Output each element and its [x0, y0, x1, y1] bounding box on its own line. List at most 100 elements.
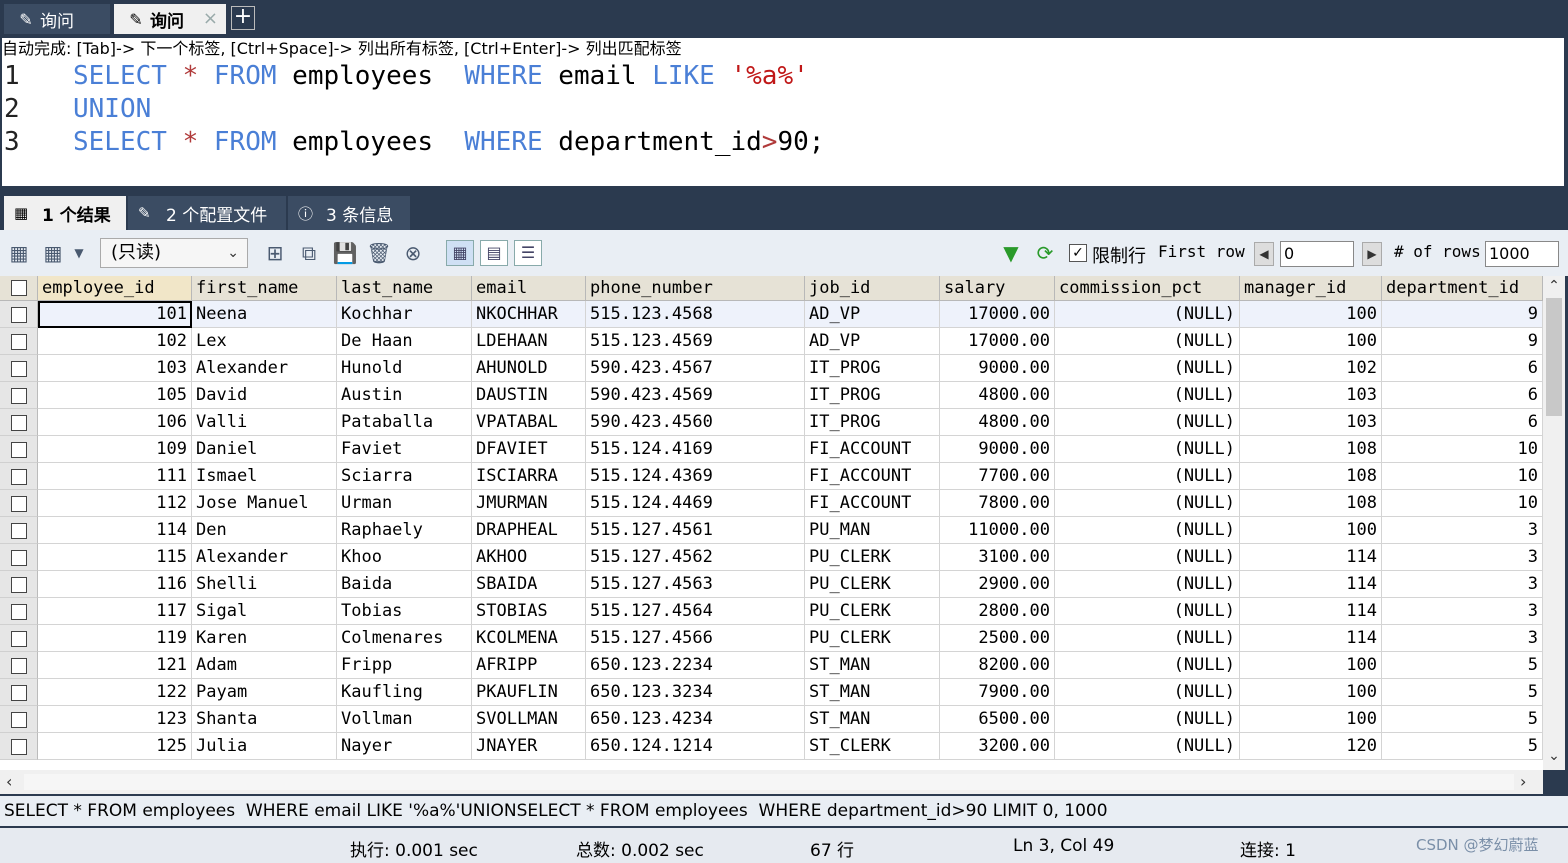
table-cell[interactable]: 650.123.4234 — [586, 706, 805, 733]
table-cell[interactable]: 119 — [38, 625, 192, 652]
table-cell[interactable]: AD_VP — [805, 301, 940, 328]
table-cell[interactable]: (NULL) — [1055, 733, 1240, 760]
cancel-changes-icon[interactable]: ⊗ — [400, 240, 426, 266]
table-cell[interactable]: 3 — [1382, 517, 1543, 544]
table-cell[interactable]: ST_MAN — [805, 652, 940, 679]
table-row[interactable]: 119 Karen Colmenares KCOLMENA 515.127.4566 PU… — [0, 625, 1543, 652]
table-cell[interactable]: De Haan — [337, 328, 472, 355]
table-cell[interactable]: 100 — [1240, 706, 1382, 733]
table-cell[interactable]: Daniel — [192, 436, 337, 463]
table-cell[interactable]: (NULL) — [1055, 652, 1240, 679]
table-cell[interactable]: 6 — [1382, 382, 1543, 409]
table-row[interactable]: 123 Shanta Vollman SVOLLMAN 650.123.4234 ST_M… — [0, 706, 1543, 733]
table-cell[interactable]: 106 — [38, 409, 192, 436]
table-cell[interactable]: (NULL) — [1055, 409, 1240, 436]
table-cell[interactable]: IT_PROG — [805, 409, 940, 436]
duplicate-row-icon[interactable]: ⧉ — [296, 240, 322, 266]
table-cell[interactable]: 9000.00 — [940, 355, 1055, 382]
table-cell[interactable]: 17000.00 — [940, 301, 1055, 328]
table-cell[interactable]: AD_VP — [805, 328, 940, 355]
row-header[interactable] — [0, 598, 38, 625]
table-cell[interactable]: 120 — [1240, 733, 1382, 760]
table-cell[interactable]: 103 — [1240, 409, 1382, 436]
save-icon[interactable]: 💾 — [332, 240, 358, 266]
table-cell[interactable]: 3 — [1382, 571, 1543, 598]
table-cell[interactable]: 7900.00 — [940, 679, 1055, 706]
column-header[interactable]: commission_pct — [1055, 276, 1240, 301]
chevron-down-icon[interactable]: ▼ — [66, 240, 92, 266]
row-header[interactable] — [0, 652, 38, 679]
select-all-header[interactable] — [0, 276, 38, 301]
table-cell[interactable]: IT_PROG — [805, 355, 940, 382]
scroll-thumb[interactable] — [1546, 298, 1562, 416]
table-cell[interactable]: ISCIARRA — [472, 463, 586, 490]
code-text[interactable]: SELECT * FROM employees WHERE department… — [73, 126, 824, 159]
table-cell[interactable]: Ismael — [192, 463, 337, 490]
row-header[interactable] — [0, 301, 38, 328]
table-cell[interactable]: 650.124.1214 — [586, 733, 805, 760]
table-cell[interactable]: 5 — [1382, 733, 1543, 760]
refresh-icon[interactable]: ⟳ — [1032, 240, 1058, 266]
table-cell[interactable]: (NULL) — [1055, 436, 1240, 463]
row-header[interactable] — [0, 544, 38, 571]
table-row[interactable]: 114 Den Raphaely DRAPHEAL 515.127.4561 PU_MAN… — [0, 517, 1543, 544]
table-cell[interactable]: 4800.00 — [940, 382, 1055, 409]
scroll-down-icon[interactable]: ⌄ — [1543, 748, 1565, 768]
table-cell[interactable]: (NULL) — [1055, 517, 1240, 544]
table-cell[interactable]: ST_MAN — [805, 679, 940, 706]
table-cell[interactable]: PU_CLERK — [805, 571, 940, 598]
table-cell[interactable]: 6 — [1382, 409, 1543, 436]
grid-view-icon[interactable]: ▦ — [446, 240, 474, 266]
table-row[interactable]: 122 Payam Kaufling PKAUFLIN 650.123.3234 ST_M… — [0, 679, 1543, 706]
row-checkbox[interactable] — [11, 577, 27, 593]
table-row[interactable]: 111 Ismael Sciarra ISCIARRA 515.124.4369 FI_A… — [0, 463, 1543, 490]
table-cell[interactable]: Alexander — [192, 355, 337, 382]
table-cell[interactable]: 101 — [38, 301, 192, 328]
table-cell[interactable]: 11000.00 — [940, 517, 1055, 544]
table-cell[interactable]: Valli — [192, 409, 337, 436]
table-cell[interactable]: SVOLLMAN — [472, 706, 586, 733]
table-cell[interactable]: Den — [192, 517, 337, 544]
rows-count-input[interactable]: 1000 — [1485, 241, 1559, 267]
row-checkbox[interactable] — [11, 658, 27, 674]
table-cell[interactable]: 650.123.3234 — [586, 679, 805, 706]
row-checkbox[interactable] — [11, 523, 27, 539]
table-cell[interactable]: ST_CLERK — [805, 733, 940, 760]
table-cell[interactable]: (NULL) — [1055, 625, 1240, 652]
table-cell[interactable]: 3 — [1382, 598, 1543, 625]
row-checkbox[interactable] — [11, 604, 27, 620]
table-cell[interactable]: Adam — [192, 652, 337, 679]
table-cell[interactable]: 102 — [1240, 355, 1382, 382]
table-cell[interactable]: 10 — [1382, 463, 1543, 490]
row-checkbox[interactable] — [11, 496, 27, 512]
table-cell[interactable]: 590.423.4567 — [586, 355, 805, 382]
table-cell[interactable]: 3 — [1382, 625, 1543, 652]
table-cell[interactable]: DFAVIET — [472, 436, 586, 463]
column-header[interactable]: job_id — [805, 276, 940, 301]
limit-rows-checkbox[interactable]: ✓ — [1069, 244, 1087, 262]
table-cell[interactable]: 123 — [38, 706, 192, 733]
table-cell[interactable]: PU_CLERK — [805, 544, 940, 571]
row-header[interactable] — [0, 436, 38, 463]
table-cell[interactable]: 6 — [1382, 355, 1543, 382]
row-checkbox[interactable] — [11, 415, 27, 431]
table-cell[interactable]: FI_ACCOUNT — [805, 490, 940, 517]
table-cell[interactable]: LDEHAAN — [472, 328, 586, 355]
tab-profiles[interactable]: ✎ 2 个配置文件 — [128, 196, 286, 230]
table-cell[interactable]: FI_ACCOUNT — [805, 436, 940, 463]
row-checkbox[interactable] — [11, 334, 27, 350]
table-cell[interactable]: 8200.00 — [940, 652, 1055, 679]
table-cell[interactable]: Kaufling — [337, 679, 472, 706]
row-checkbox[interactable] — [11, 469, 27, 485]
table-cell[interactable]: 114 — [1240, 571, 1382, 598]
table-cell[interactable]: 515.123.4569 — [586, 328, 805, 355]
row-checkbox[interactable] — [11, 307, 27, 323]
table-cell[interactable]: Raphaely — [337, 517, 472, 544]
table-cell[interactable]: 515.127.4563 — [586, 571, 805, 598]
table-cell[interactable]: VPATABAL — [472, 409, 586, 436]
table-cell[interactable]: (NULL) — [1055, 679, 1240, 706]
table-cell[interactable]: 2900.00 — [940, 571, 1055, 598]
table-cell[interactable]: 121 — [38, 652, 192, 679]
table-cell[interactable]: (NULL) — [1055, 355, 1240, 382]
table-cell[interactable]: 515.127.4566 — [586, 625, 805, 652]
